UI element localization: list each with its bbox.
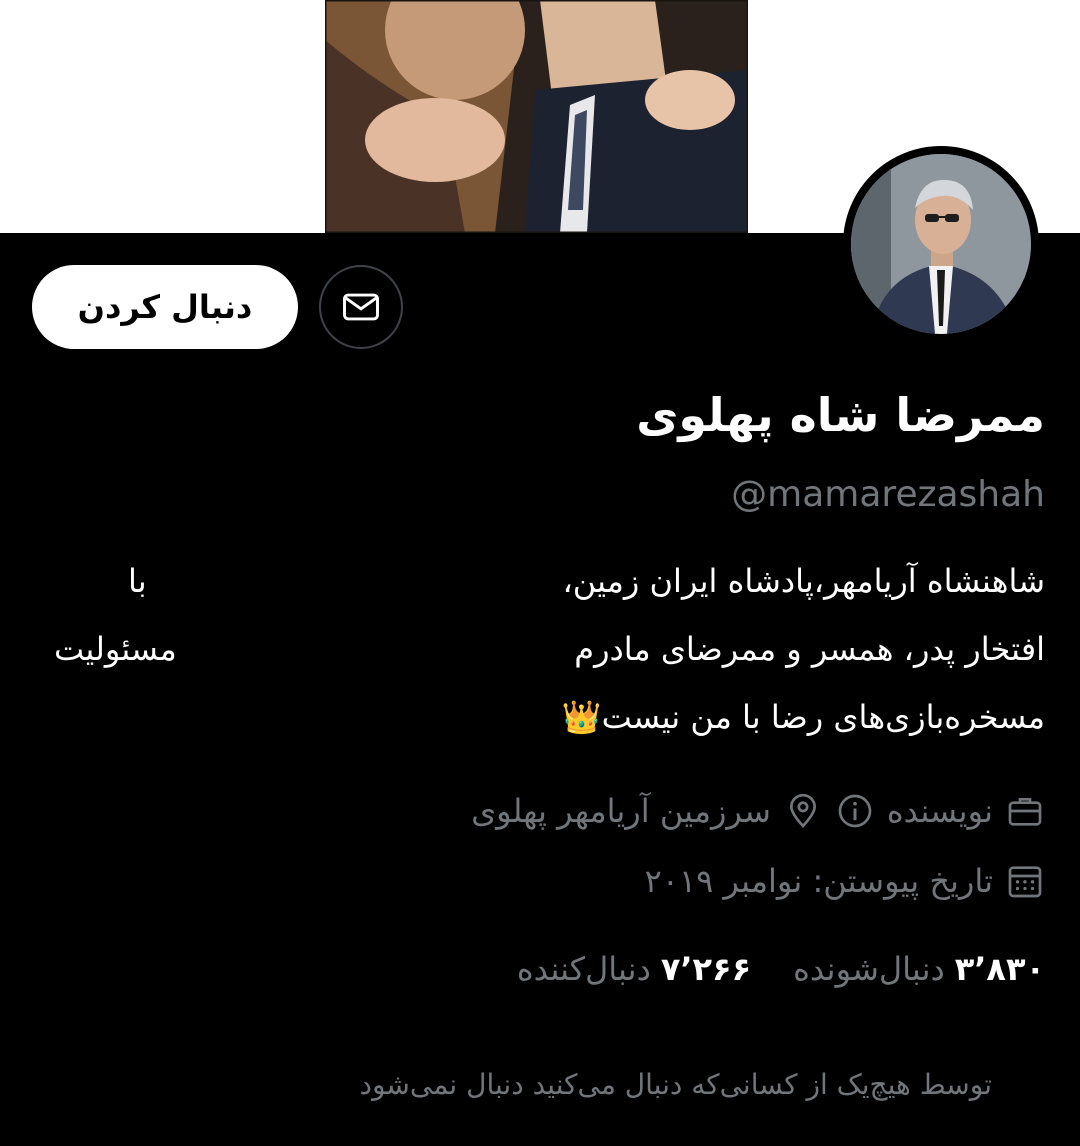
avatar-illustration — [851, 154, 1031, 334]
avatar-image — [851, 154, 1031, 334]
followers-stat[interactable]: ۷٬۲۶۶ دنبال‌کننده — [517, 950, 751, 988]
message-button[interactable] — [319, 265, 403, 349]
header-photo[interactable] — [325, 0, 748, 233]
profile-meta-row: نویسنده سرزمین آریامهر پهلوی — [471, 787, 1045, 835]
profile-category: نویسنده — [886, 792, 993, 830]
follow-stats: ۳٬۸۳۰ دنبال‌شونده ۷٬۲۶۶ دنبال‌کننده — [517, 950, 1045, 988]
following-label: دنبال‌شونده — [793, 950, 945, 988]
username-handle: @mamarezashah — [731, 474, 1045, 515]
location-pin-icon — [789, 793, 816, 828]
followers-count: ۷٬۲۶۶ — [660, 950, 752, 988]
briefcase-icon — [1008, 798, 1042, 826]
bio-line: افتخار پدر، همسر و ممرضای مادرم — [574, 630, 1045, 668]
envelope-icon — [343, 293, 379, 321]
profile-joined-date: تاریخ پیوستن: نوامبر ۲۰۱۹ — [644, 862, 993, 900]
profile-location: سرزمین آریامهر پهلوی — [471, 792, 771, 830]
calendar-icon — [1008, 866, 1042, 898]
bio-line: مسخره‌بازی‌های رضا با من نیست👑 — [561, 698, 1045, 736]
profile-section — [0, 233, 1080, 1146]
mutual-followers-note: توسط هیچ‌یک از کسانی‌که دنبال می‌کنید دن… — [359, 1068, 992, 1101]
bio-fragment: با — [128, 562, 147, 600]
following-stat[interactable]: ۳٬۸۳۰ دنبال‌شونده — [793, 950, 1045, 988]
follow-button-label: دنبال کردن — [77, 288, 253, 326]
info-icon[interactable] — [835, 791, 875, 831]
display-name: ممرضا شاه پهلوی — [636, 388, 1045, 442]
followers-label: دنبال‌کننده — [516, 950, 651, 988]
following-count: ۳٬۸۳۰ — [954, 950, 1045, 988]
avatar[interactable] — [843, 146, 1039, 342]
header-photo-illustration — [325, 0, 748, 233]
bio-line: شاهنشاه آریامهر،پادشاه ایران زمین، — [562, 562, 1045, 600]
follow-button[interactable]: دنبال کردن — [32, 265, 298, 349]
profile-joined-row: تاریخ پیوستن: نوامبر ۲۰۱۹ — [645, 857, 1045, 905]
bio-fragment: مسئولیت — [54, 630, 177, 668]
